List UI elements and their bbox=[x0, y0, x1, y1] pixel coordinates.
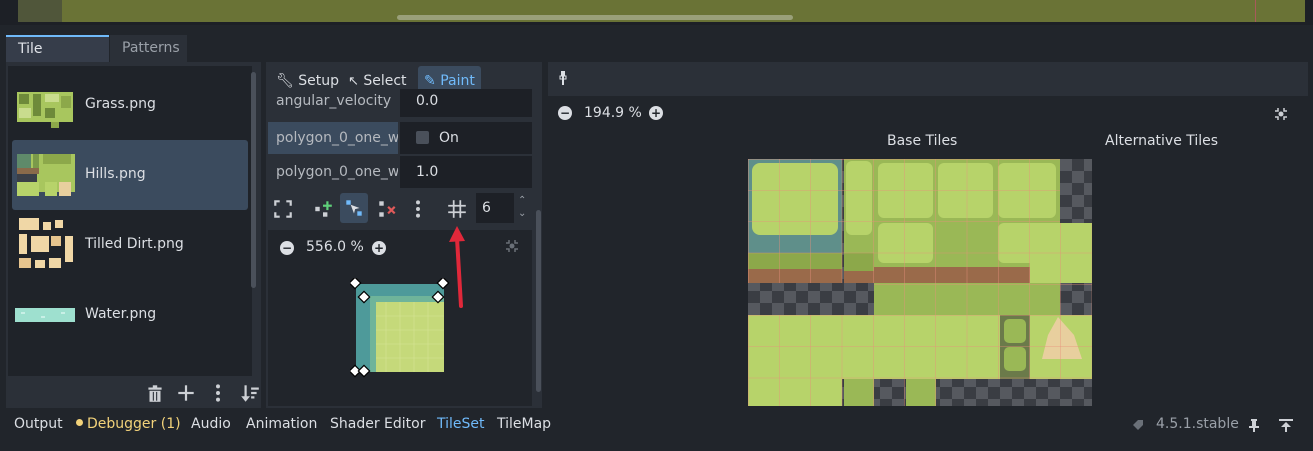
editor-scrollbar[interactable] bbox=[536, 210, 541, 392]
viewport-guide-line bbox=[1255, 0, 1256, 22]
zoom-in-icon[interactable]: + bbox=[372, 241, 386, 255]
version-tag-icon bbox=[1133, 420, 1143, 430]
paint-label: Paint bbox=[440, 73, 475, 89]
brush-icon: ✎ bbox=[424, 73, 436, 89]
edit-points-icon bbox=[346, 200, 362, 216]
sort-icon[interactable] bbox=[239, 382, 261, 404]
tile-zoom-label: 556.0 % bbox=[306, 239, 364, 255]
snap-value: 6 bbox=[482, 200, 491, 216]
sources-list: Grass.png Hills.png Tilled Dirt.png Wate… bbox=[8, 66, 252, 376]
trash-icon[interactable] bbox=[144, 382, 166, 404]
checkbox-label: On bbox=[439, 130, 459, 146]
property-value-field[interactable]: 1.0 bbox=[400, 156, 532, 188]
source-item-partial[interactable] bbox=[12, 350, 248, 376]
source-label: Tilled Dirt.png bbox=[85, 236, 184, 252]
property-row: angular_velocity 0.0 bbox=[268, 89, 532, 117]
grass-thumbnail-icon bbox=[17, 92, 73, 128]
source-label: Water.png bbox=[85, 306, 157, 322]
zoom-out-icon[interactable]: − bbox=[280, 241, 294, 255]
expand-panel-icon[interactable] bbox=[1278, 418, 1294, 432]
tile-polygon-preview[interactable] bbox=[350, 278, 450, 378]
tab-tileset[interactable]: TileSet bbox=[437, 416, 485, 432]
property-row: polygon_0_one_w 1.0 bbox=[268, 156, 532, 188]
expand-icon[interactable] bbox=[272, 198, 294, 220]
base-tiles-header: Base Tiles bbox=[887, 133, 958, 149]
setup-tools-icon: 🔧︎ bbox=[276, 73, 294, 89]
property-name: polygon_0_one_w bbox=[268, 122, 398, 154]
more-options-icon[interactable] bbox=[207, 382, 229, 404]
edit-points-button[interactable] bbox=[340, 193, 368, 223]
tab-patterns[interactable]: Patterns bbox=[110, 35, 187, 62]
tile-atlas-grid[interactable] bbox=[748, 159, 1092, 406]
atlas-zoom-label: 194.9 % bbox=[584, 105, 642, 121]
tab-debugger[interactable]: Debugger (1) bbox=[76, 416, 181, 432]
annotation-arrow-icon bbox=[449, 226, 465, 308]
eyedropper-icon[interactable] bbox=[558, 71, 568, 87]
property-name: angular_velocity bbox=[276, 93, 392, 109]
add-icon[interactable] bbox=[175, 382, 197, 404]
property-name: polygon_0_one_w bbox=[276, 164, 398, 180]
water-thumbnail-icon bbox=[15, 308, 75, 322]
source-item-hills[interactable]: Hills.png bbox=[12, 140, 248, 210]
objects-thumbnail-icon bbox=[15, 358, 75, 376]
add-point-icon[interactable] bbox=[312, 198, 334, 220]
source-item-grass[interactable]: Grass.png bbox=[12, 70, 248, 140]
source-item-tilled-dirt[interactable]: Tilled Dirt.png bbox=[12, 210, 248, 280]
version-label[interactable]: 4.5.1.stable bbox=[1156, 416, 1239, 432]
grid-snap-icon[interactable] bbox=[446, 198, 468, 220]
pin-icon[interactable] bbox=[1247, 418, 1261, 432]
tile-polygon-editor[interactable]: − 556.0 % + bbox=[268, 230, 532, 406]
property-row: polygon_0_one_w On bbox=[268, 122, 532, 154]
hills-thumbnail-icon bbox=[17, 154, 75, 196]
center-view-icon[interactable] bbox=[1273, 106, 1289, 122]
more-options-icon[interactable] bbox=[407, 198, 429, 220]
tab-tilemap[interactable]: TileMap bbox=[497, 416, 551, 432]
alternative-tiles-header: Alternative Tiles bbox=[1105, 133, 1219, 149]
property-value-field[interactable]: 0.0 bbox=[400, 89, 532, 117]
tab-shader-editor[interactable]: Shader Editor bbox=[330, 416, 425, 432]
zoom-in-icon[interactable]: + bbox=[649, 106, 663, 120]
setup-label: Setup bbox=[298, 73, 339, 89]
spinbox-arrows-icon[interactable]: ⌃ ⌄ bbox=[518, 194, 526, 220]
source-label: Hills.png bbox=[85, 166, 146, 182]
tab-tile-sources[interactable]: Tile Sources bbox=[6, 35, 109, 81]
viewport-shade bbox=[18, 0, 62, 22]
tab-output[interactable]: Output bbox=[14, 416, 63, 432]
select-label: Select bbox=[363, 73, 407, 89]
tab-debugger-label: Debugger (1) bbox=[87, 416, 181, 432]
atlas-view[interactable]: − 194.9 % + Base Tiles Alternative Tiles bbox=[548, 96, 1300, 406]
tab-audio[interactable]: Audio bbox=[191, 416, 231, 432]
remove-point-icon[interactable] bbox=[376, 198, 398, 220]
source-item-water[interactable]: Water.png bbox=[12, 280, 248, 350]
tilled-dirt-thumbnail-icon bbox=[19, 218, 73, 268]
source-label: Grass.png bbox=[85, 96, 156, 112]
paint-toolbar: 6 ⌃ ⌄ bbox=[268, 192, 534, 226]
sources-scrollbar[interactable] bbox=[251, 72, 256, 288]
center-view-icon[interactable] bbox=[504, 238, 520, 254]
snap-spinbox[interactable]: 6 bbox=[476, 193, 514, 223]
checkbox-icon[interactable] bbox=[416, 131, 429, 144]
tab-animation[interactable]: Animation bbox=[246, 416, 317, 432]
sources-toolbar bbox=[6, 378, 261, 408]
atlas-toolbar bbox=[548, 62, 1308, 96]
viewport-horizontal-scrollbar[interactable] bbox=[397, 15, 793, 20]
zoom-out-icon[interactable]: − bbox=[558, 106, 572, 120]
pointer-icon: ↖ bbox=[348, 74, 359, 89]
warning-dot-icon bbox=[76, 419, 83, 426]
property-checkbox-field[interactable]: On bbox=[400, 122, 532, 154]
